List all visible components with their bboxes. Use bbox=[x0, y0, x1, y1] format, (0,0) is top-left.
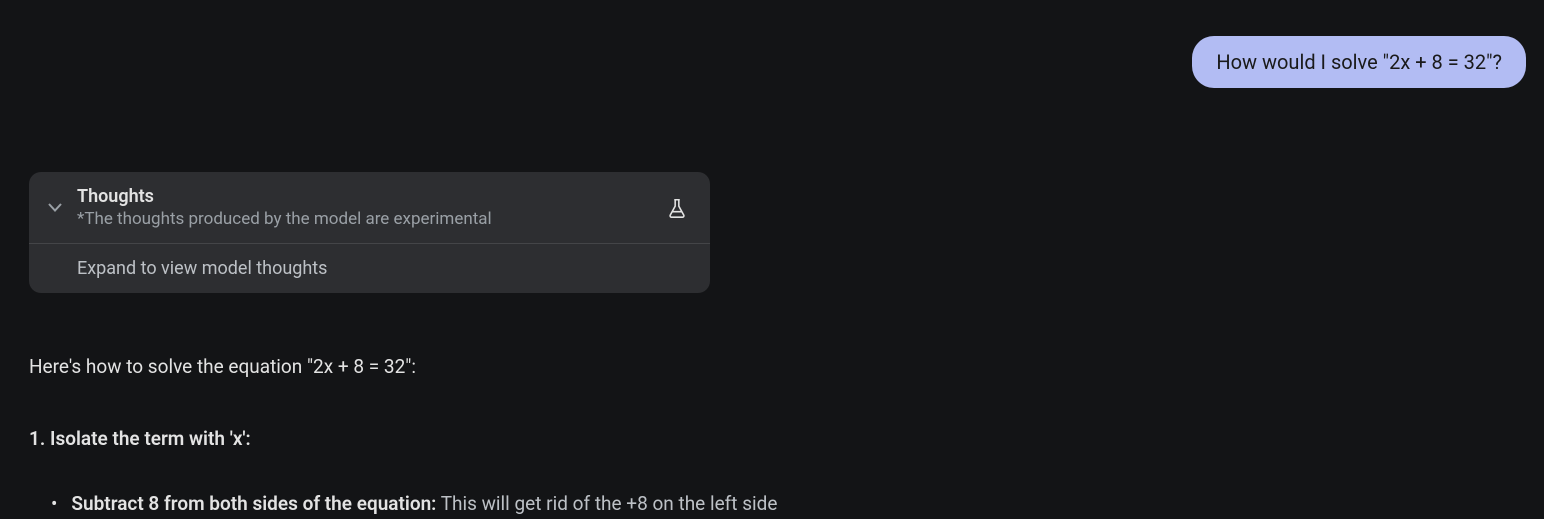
bullet-bold-text: Subtract 8 from both sides of the equati… bbox=[71, 492, 436, 515]
chevron-down-icon bbox=[43, 196, 67, 220]
user-message-bubble: How would I solve "2x + 8 = 32"? bbox=[1192, 36, 1526, 88]
bullet-text: Subtract 8 from both sides of the equati… bbox=[71, 489, 777, 519]
thoughts-title: Thoughts bbox=[77, 186, 666, 207]
thoughts-title-block: Thoughts *The thoughts produced by the m… bbox=[77, 186, 666, 229]
response-bullet-row: • Subtract 8 from both sides of the equa… bbox=[29, 489, 1515, 519]
thoughts-header[interactable]: Thoughts *The thoughts produced by the m… bbox=[29, 172, 710, 244]
response-content: Here's how to solve the equation "2x + 8… bbox=[29, 352, 1515, 519]
thoughts-expand-text: Expand to view model thoughts bbox=[77, 258, 327, 279]
bullet-rest-text: This will get rid of the +8 on the left … bbox=[436, 492, 777, 515]
user-message-text: How would I solve "2x + 8 = 32"? bbox=[1216, 50, 1502, 74]
flask-icon bbox=[666, 197, 688, 219]
response-intro: Here's how to solve the equation "2x + 8… bbox=[29, 352, 1515, 382]
thoughts-panel: Thoughts *The thoughts produced by the m… bbox=[29, 172, 710, 293]
response-step-title: 1. Isolate the term with 'x': bbox=[29, 424, 1515, 454]
thoughts-expand-row[interactable]: Expand to view model thoughts bbox=[29, 244, 710, 293]
bullet-dot-icon: • bbox=[51, 494, 57, 513]
chat-container: How would I solve "2x + 8 = 32"? Thought… bbox=[0, 0, 1544, 512]
thoughts-subtitle: *The thoughts produced by the model are … bbox=[77, 209, 666, 229]
